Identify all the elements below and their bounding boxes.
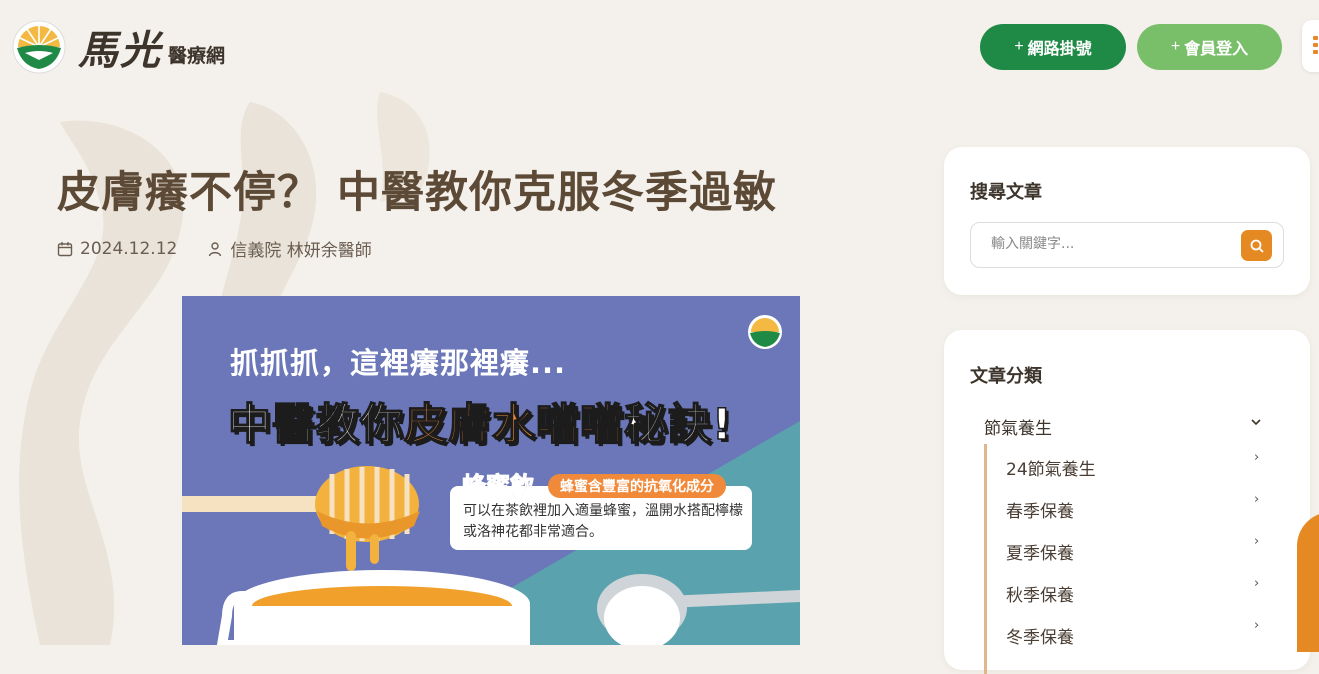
- search-button[interactable]: [1241, 230, 1272, 261]
- chevron-right-icon[interactable]: ›: [1254, 492, 1259, 507]
- chevron-right-icon[interactable]: ›: [1254, 576, 1259, 591]
- hero-subtitle: 抓抓抓，這裡癢那裡癢...: [230, 346, 567, 380]
- category-item-24-solar-terms[interactable]: 24節氣養生: [1006, 455, 1096, 480]
- plus-icon: +: [1170, 38, 1181, 55]
- article-title: 皮膚癢不停？ 中醫教你克服冬季過敏: [57, 168, 777, 218]
- article-author: 信義院 林妍余醫師: [230, 241, 372, 261]
- site-header: 馬光 醫療網 + 網路掛號 + 會員登入: [0, 0, 1319, 92]
- article-meta: 2024.12.12 信義院 林妍余醫師: [57, 236, 372, 261]
- menu-icon: [1313, 36, 1318, 57]
- chevron-down-icon[interactable]: [1250, 416, 1262, 428]
- honey-tip-title: 蜂蜜飲: [462, 472, 535, 501]
- category-item-autumn[interactable]: 秋季保養: [1006, 581, 1074, 606]
- brand-subtitle: 醫療網: [168, 44, 226, 67]
- category-item-summer[interactable]: 夏季保養: [1006, 539, 1074, 564]
- floating-side-tab[interactable]: [1297, 512, 1319, 652]
- hero-headline-part2: 皮膚水噹噹: [403, 399, 624, 451]
- chevron-right-icon[interactable]: ›: [1254, 618, 1259, 633]
- menu-toggle[interactable]: [1302, 20, 1319, 72]
- chevron-right-icon[interactable]: ›: [1254, 534, 1259, 549]
- hero-headline-part1: 中醫教你: [227, 399, 404, 451]
- honey-tip-description: 可以在茶飲裡加入適量蜂蜜，溫開水搭配檸檬或洛神花都非常適合。: [463, 503, 743, 540]
- logo-mark: [12, 20, 66, 74]
- member-login-button[interactable]: + 會員登入: [1137, 24, 1282, 70]
- hero-headline: 中醫教你皮膚水噹噹秘訣!: [227, 390, 733, 452]
- site-logo[interactable]: 馬光 醫療網: [12, 18, 225, 76]
- category-card-title: 文章分類: [970, 366, 1042, 387]
- category-item-winter[interactable]: 冬季保養: [1006, 623, 1074, 648]
- search-icon: [1250, 239, 1264, 253]
- chevron-right-icon[interactable]: ›: [1254, 450, 1259, 465]
- member-login-label: 會員登入: [1184, 41, 1249, 58]
- brand-name: 馬光: [78, 27, 162, 74]
- hero-logo-badge: [748, 315, 782, 349]
- online-register-label: 網路掛號: [1027, 41, 1092, 58]
- online-register-button[interactable]: + 網路掛號: [980, 24, 1126, 70]
- calendar-icon: [57, 241, 73, 256]
- search-input[interactable]: [989, 235, 1233, 253]
- hero-headline-part3: 秘訣!: [623, 399, 733, 451]
- search-card-title: 搜尋文章: [970, 182, 1042, 203]
- plus-icon: +: [1014, 38, 1024, 55]
- search-card: 搜尋文章: [944, 147, 1310, 295]
- category-parent-seasonal[interactable]: 節氣養生: [984, 414, 1052, 439]
- user-icon: [209, 241, 222, 256]
- article-date: 2024.12.12: [80, 238, 178, 259]
- category-item-spring[interactable]: 春季保養: [1006, 497, 1074, 522]
- honey-tip-tag: 蜂蜜含豐富的抗氧化成分: [548, 474, 726, 498]
- search-box: [970, 222, 1284, 268]
- category-card: 文章分類 節氣養生 24節氣養生 › 春季保養 › 夏季保養 › 秋季保養 › …: [944, 330, 1310, 674]
- category-tree-line: [984, 444, 987, 674]
